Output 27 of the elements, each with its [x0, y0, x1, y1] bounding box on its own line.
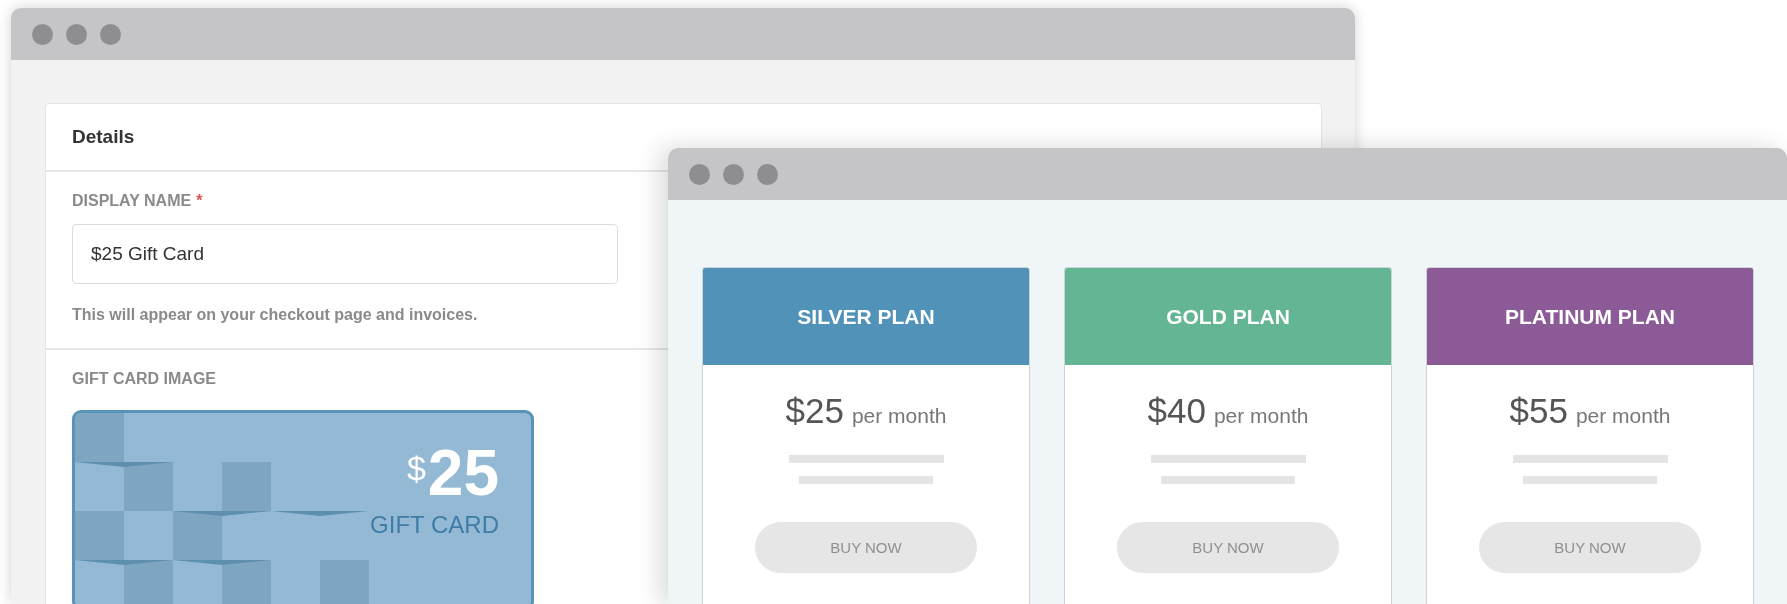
price-period: per month [1575, 404, 1671, 428]
currency-sign: $ [406, 449, 426, 488]
required-mark: * [196, 192, 203, 210]
plan-title: GOLD PLAN [1166, 304, 1290, 329]
window-control-icon[interactable] [66, 23, 87, 45]
field-label: GIFT CARD IMAGE [72, 370, 216, 388]
gift-card-caption: GIFT CARD [370, 511, 499, 539]
window-control-icon[interactable] [100, 23, 121, 45]
buy-button[interactable]: BUY NOW [1479, 522, 1701, 573]
window-control-icon[interactable] [32, 23, 53, 45]
input-field[interactable]: $25 Gift Card [72, 224, 618, 284]
price-period: per month [1213, 404, 1309, 428]
window-control-icon[interactable] [689, 163, 710, 185]
buy-button[interactable]: BUY NOW [1117, 522, 1339, 573]
window-control-icon[interactable] [757, 163, 778, 185]
amount: 25 [427, 441, 499, 505]
help-text: This will appear on your checkout page and invoices. [72, 306, 478, 324]
price: $25 [785, 391, 844, 431]
price: $40 [1147, 391, 1206, 431]
plan-title: SILVER PLAN [797, 304, 935, 329]
plan-title: PLATINUM PLAN [1505, 304, 1675, 329]
price-period: per month [851, 404, 947, 428]
section-title: Details [72, 126, 135, 148]
buy-button[interactable]: BUY NOW [755, 522, 977, 573]
field-label: DISPLAY NAME [72, 192, 192, 210]
window-control-icon[interactable] [723, 163, 744, 185]
price: $55 [1509, 391, 1568, 431]
